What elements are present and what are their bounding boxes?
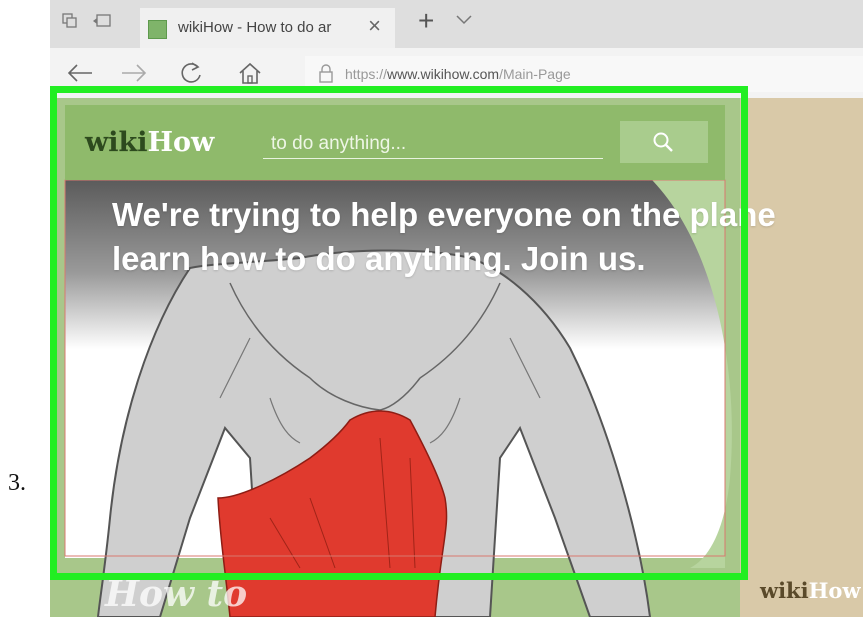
footer-logo-wiki: wiki: [760, 578, 809, 603]
step-number: 3.: [8, 470, 26, 496]
home-icon[interactable]: [237, 60, 263, 86]
tab-bar: wikiHow - How to do ar × +: [50, 0, 863, 48]
new-tab-icon[interactable]: +: [418, 6, 434, 36]
forward-arrow-icon[interactable]: [120, 61, 148, 85]
close-tab-icon[interactable]: ×: [368, 14, 381, 38]
url-path: /Main-Page: [499, 66, 571, 82]
tab-preview-icon[interactable]: [92, 13, 112, 29]
url-text: https://www.wikihow.com/Main-Page: [345, 66, 571, 82]
url-host: www.wikihow.com: [387, 66, 500, 82]
browser-screenshot: wikiHow - How to do ar × + https://www.w…: [50, 0, 863, 617]
active-tab[interactable]: wikiHow - How to do ar ×: [140, 8, 395, 48]
footer-logo: wikiHow: [760, 578, 861, 603]
wikihow-favicon-icon: [148, 20, 167, 39]
lock-icon: [319, 64, 333, 83]
set-aside-tabs-icon[interactable]: [62, 13, 78, 29]
refresh-icon[interactable]: [178, 60, 204, 86]
back-arrow-icon[interactable]: [66, 61, 94, 85]
chevron-down-icon[interactable]: [455, 14, 473, 26]
tab-title: wikiHow - How to do ar: [178, 19, 332, 36]
url-prefix: https://: [345, 66, 388, 82]
footer-logo-how: How: [808, 578, 861, 603]
highlight-box: [50, 86, 748, 580]
